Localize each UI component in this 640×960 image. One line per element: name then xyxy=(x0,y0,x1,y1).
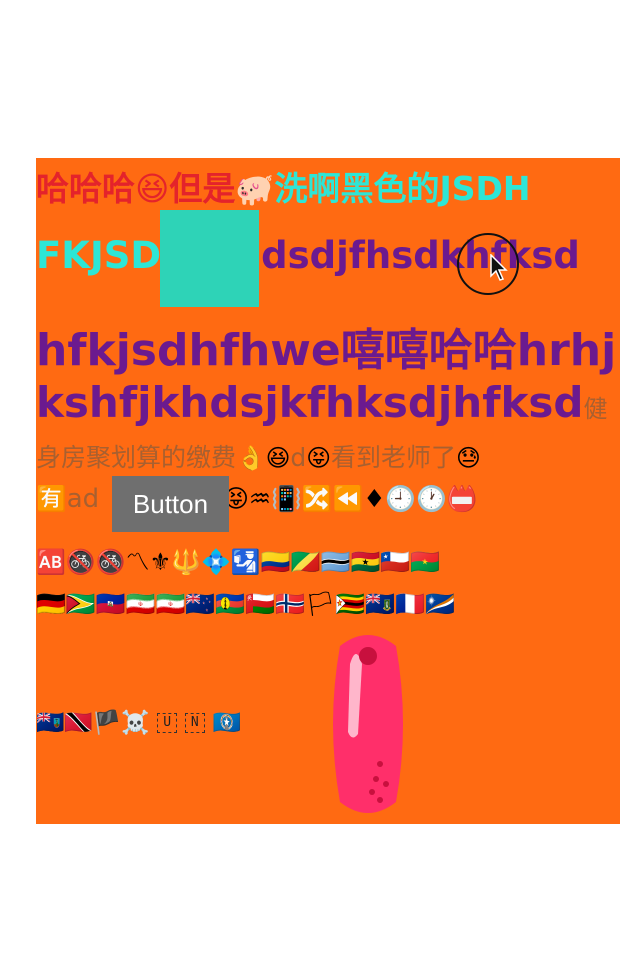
purple-latin-text[interactable]: dsdjfhsdkhfksd xyxy=(261,234,580,277)
letter-d: d xyxy=(290,443,307,472)
text-line-5: 身房聚划算的缴费👌😆d😝看到老师了😓 xyxy=(36,438,481,474)
purple-latin-text-2[interactable]: kshfjkhdsjkfhksdjhfksd xyxy=(36,378,583,427)
red-chinese-text: 哈哈哈😆但是 xyxy=(36,169,236,208)
flag-emoji: 🇲🇵 xyxy=(212,710,241,736)
sweat-emoji: 😓 xyxy=(456,444,481,472)
mouse-pointer-icon xyxy=(490,254,508,281)
missing-glyph-tile-n: N xyxy=(184,713,205,733)
ad-text: ad xyxy=(66,484,100,514)
piggy-bank-emoji: 🐖 xyxy=(235,172,275,208)
button[interactable]: Button xyxy=(112,476,229,532)
text-line-6: 🈶ad 😝♒📳🔀⏪♦🕘🕐📛 xyxy=(36,484,478,514)
cyan-latin-text: FKJSD xyxy=(36,234,162,277)
olive-chinese-char: 健 xyxy=(583,395,608,423)
cyan-chinese-text: 洗啊黑色的JSDH xyxy=(274,169,531,208)
text-line-1: 哈哈哈😆但是🐖洗啊黑色的JSDH xyxy=(36,162,531,210)
emoji-row-8: 🇩🇪🇬🇾🇭🇹🇮🇷🇮🇷🇳🇿🇳🇨🇴🇲🇳🇴🏳🇿🇼🇻🇬🇲🇫🇲🇭 xyxy=(36,590,455,618)
tongue-emoji: 😝 xyxy=(306,444,331,472)
missing-glyph-tile-u: U xyxy=(157,713,178,733)
text-line-3[interactable]: hfkjsdhfhwe嘻嘻哈哈hrhj xyxy=(36,314,616,378)
click-indicator-ring xyxy=(457,233,519,295)
flags-pirate-emoji: 🇲🇸🇹🇹🏴☠️ xyxy=(36,710,150,736)
ok-laugh-emoji: 👌😆 xyxy=(236,444,291,472)
emoji-row-7: 🆎🚳🚳〽⚜🔱💠🛂🇨🇴🇨🇬🇧🇼🇬🇭🇨🇱🇧🇫 xyxy=(36,548,441,576)
text-line-9: 🇲🇸🇹🇹🏴☠️ U N 🇲🇵 xyxy=(36,708,241,736)
emoji-row-6: 😝♒📳🔀⏪♦🕘🕐📛 xyxy=(223,484,478,513)
olive-chinese-text: 身房聚划算的缴费 xyxy=(36,443,237,472)
have-symbol-emoji: 🈶 xyxy=(36,484,67,513)
olive-chinese-tail: 看到老师了 xyxy=(331,443,457,472)
pill-sticker-image xyxy=(328,624,408,824)
emoji-text-canvas: 哈哈哈😆但是🐖洗啊黑色的JSDH FKJSD dsdjfhsdkhfksd hfk… xyxy=(36,158,620,824)
text-line-4: kshfjkhdsjkfhksdjhfksd健 xyxy=(36,378,607,427)
